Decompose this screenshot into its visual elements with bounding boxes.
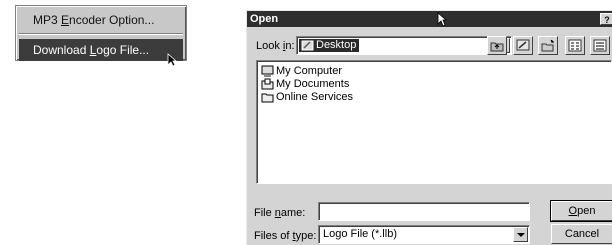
open-button-access-key: O <box>568 205 578 217</box>
menu-separator <box>19 33 183 35</box>
list-item[interactable]: Online Services <box>261 91 353 104</box>
menu-item-access-key: E <box>61 13 70 27</box>
file-type-select[interactable]: Logo File (*.llb) <box>318 225 530 244</box>
menu-item-label-post: ogo File... <box>96 43 150 57</box>
dialog-titlebar[interactable]: Open ? <box>247 11 612 27</box>
menu-item-mp3-encoder-option[interactable]: MP3 Encoder Option... <box>19 9 183 31</box>
list-item[interactable]: My Documents <box>261 78 349 91</box>
file-type-label-pre: Files of <box>254 230 293 242</box>
look-in-label: Look in: <box>256 40 295 52</box>
context-menu: MP3 Encoder Option... Download Logo File… <box>15 5 187 67</box>
open-button[interactable]: Open <box>550 200 612 222</box>
folder-icon <box>261 93 274 103</box>
file-name-label-pre: File <box>254 207 275 219</box>
look-in-label-pre: Look <box>256 40 283 52</box>
file-type-dropdown-arrow[interactable] <box>513 227 528 242</box>
desktop-icon <box>301 40 314 51</box>
open-dialog: Open ? Look in: Desktop My Computer My D… <box>246 10 612 245</box>
up-one-level-button[interactable] <box>487 36 507 55</box>
desktop-icon <box>516 39 530 51</box>
folder-icon <box>261 78 274 90</box>
new-folder-icon <box>541 39 554 52</box>
look-in-value: Desktop <box>316 39 357 51</box>
file-type-value: Logo File (*.llb) <box>323 228 397 240</box>
mouse-pointer-icon <box>167 53 177 67</box>
file-name-input[interactable] <box>318 202 530 221</box>
up-folder-icon <box>490 42 504 52</box>
file-name: My Documents <box>276 78 350 90</box>
details-view-icon <box>593 39 607 52</box>
list-view-icon <box>568 39 582 52</box>
file-name: Online Services <box>276 91 354 103</box>
list-view-button[interactable] <box>565 36 585 55</box>
file-list[interactable]: My Computer My Documents Online Services <box>256 60 612 184</box>
look-in-label-post: n: <box>285 40 295 52</box>
file-name: My Computer <box>276 65 343 77</box>
desktop-button[interactable] <box>513 36 533 55</box>
open-button-label: pen <box>577 205 596 217</box>
file-name-label-post: ame: <box>280 207 306 219</box>
dialog-title: Open <box>250 13 279 25</box>
file-type-label-post: ype: <box>295 230 317 242</box>
computer-icon <box>261 65 274 77</box>
mouse-pointer-icon <box>437 12 447 27</box>
menu-item-label-post: ncoder Option... <box>69 13 155 27</box>
look-in-dropdown[interactable]: Desktop <box>296 36 512 55</box>
file-type-label: Files of type: <box>254 230 316 242</box>
look-in-selected: Desktop <box>299 39 360 52</box>
menu-item-label-pre: Download <box>33 43 90 57</box>
menu-item-download-logo-file[interactable]: Download Logo File... <box>19 39 183 67</box>
help-button[interactable]: ? <box>600 13 612 25</box>
details-view-button[interactable] <box>590 36 610 55</box>
cancel-button[interactable]: Cancel <box>551 224 612 244</box>
file-name-label: File name: <box>254 207 305 219</box>
menu-item-label-pre: MP3 <box>33 13 62 27</box>
list-item[interactable]: My Computer <box>261 65 342 78</box>
new-folder-button[interactable] <box>538 36 558 55</box>
